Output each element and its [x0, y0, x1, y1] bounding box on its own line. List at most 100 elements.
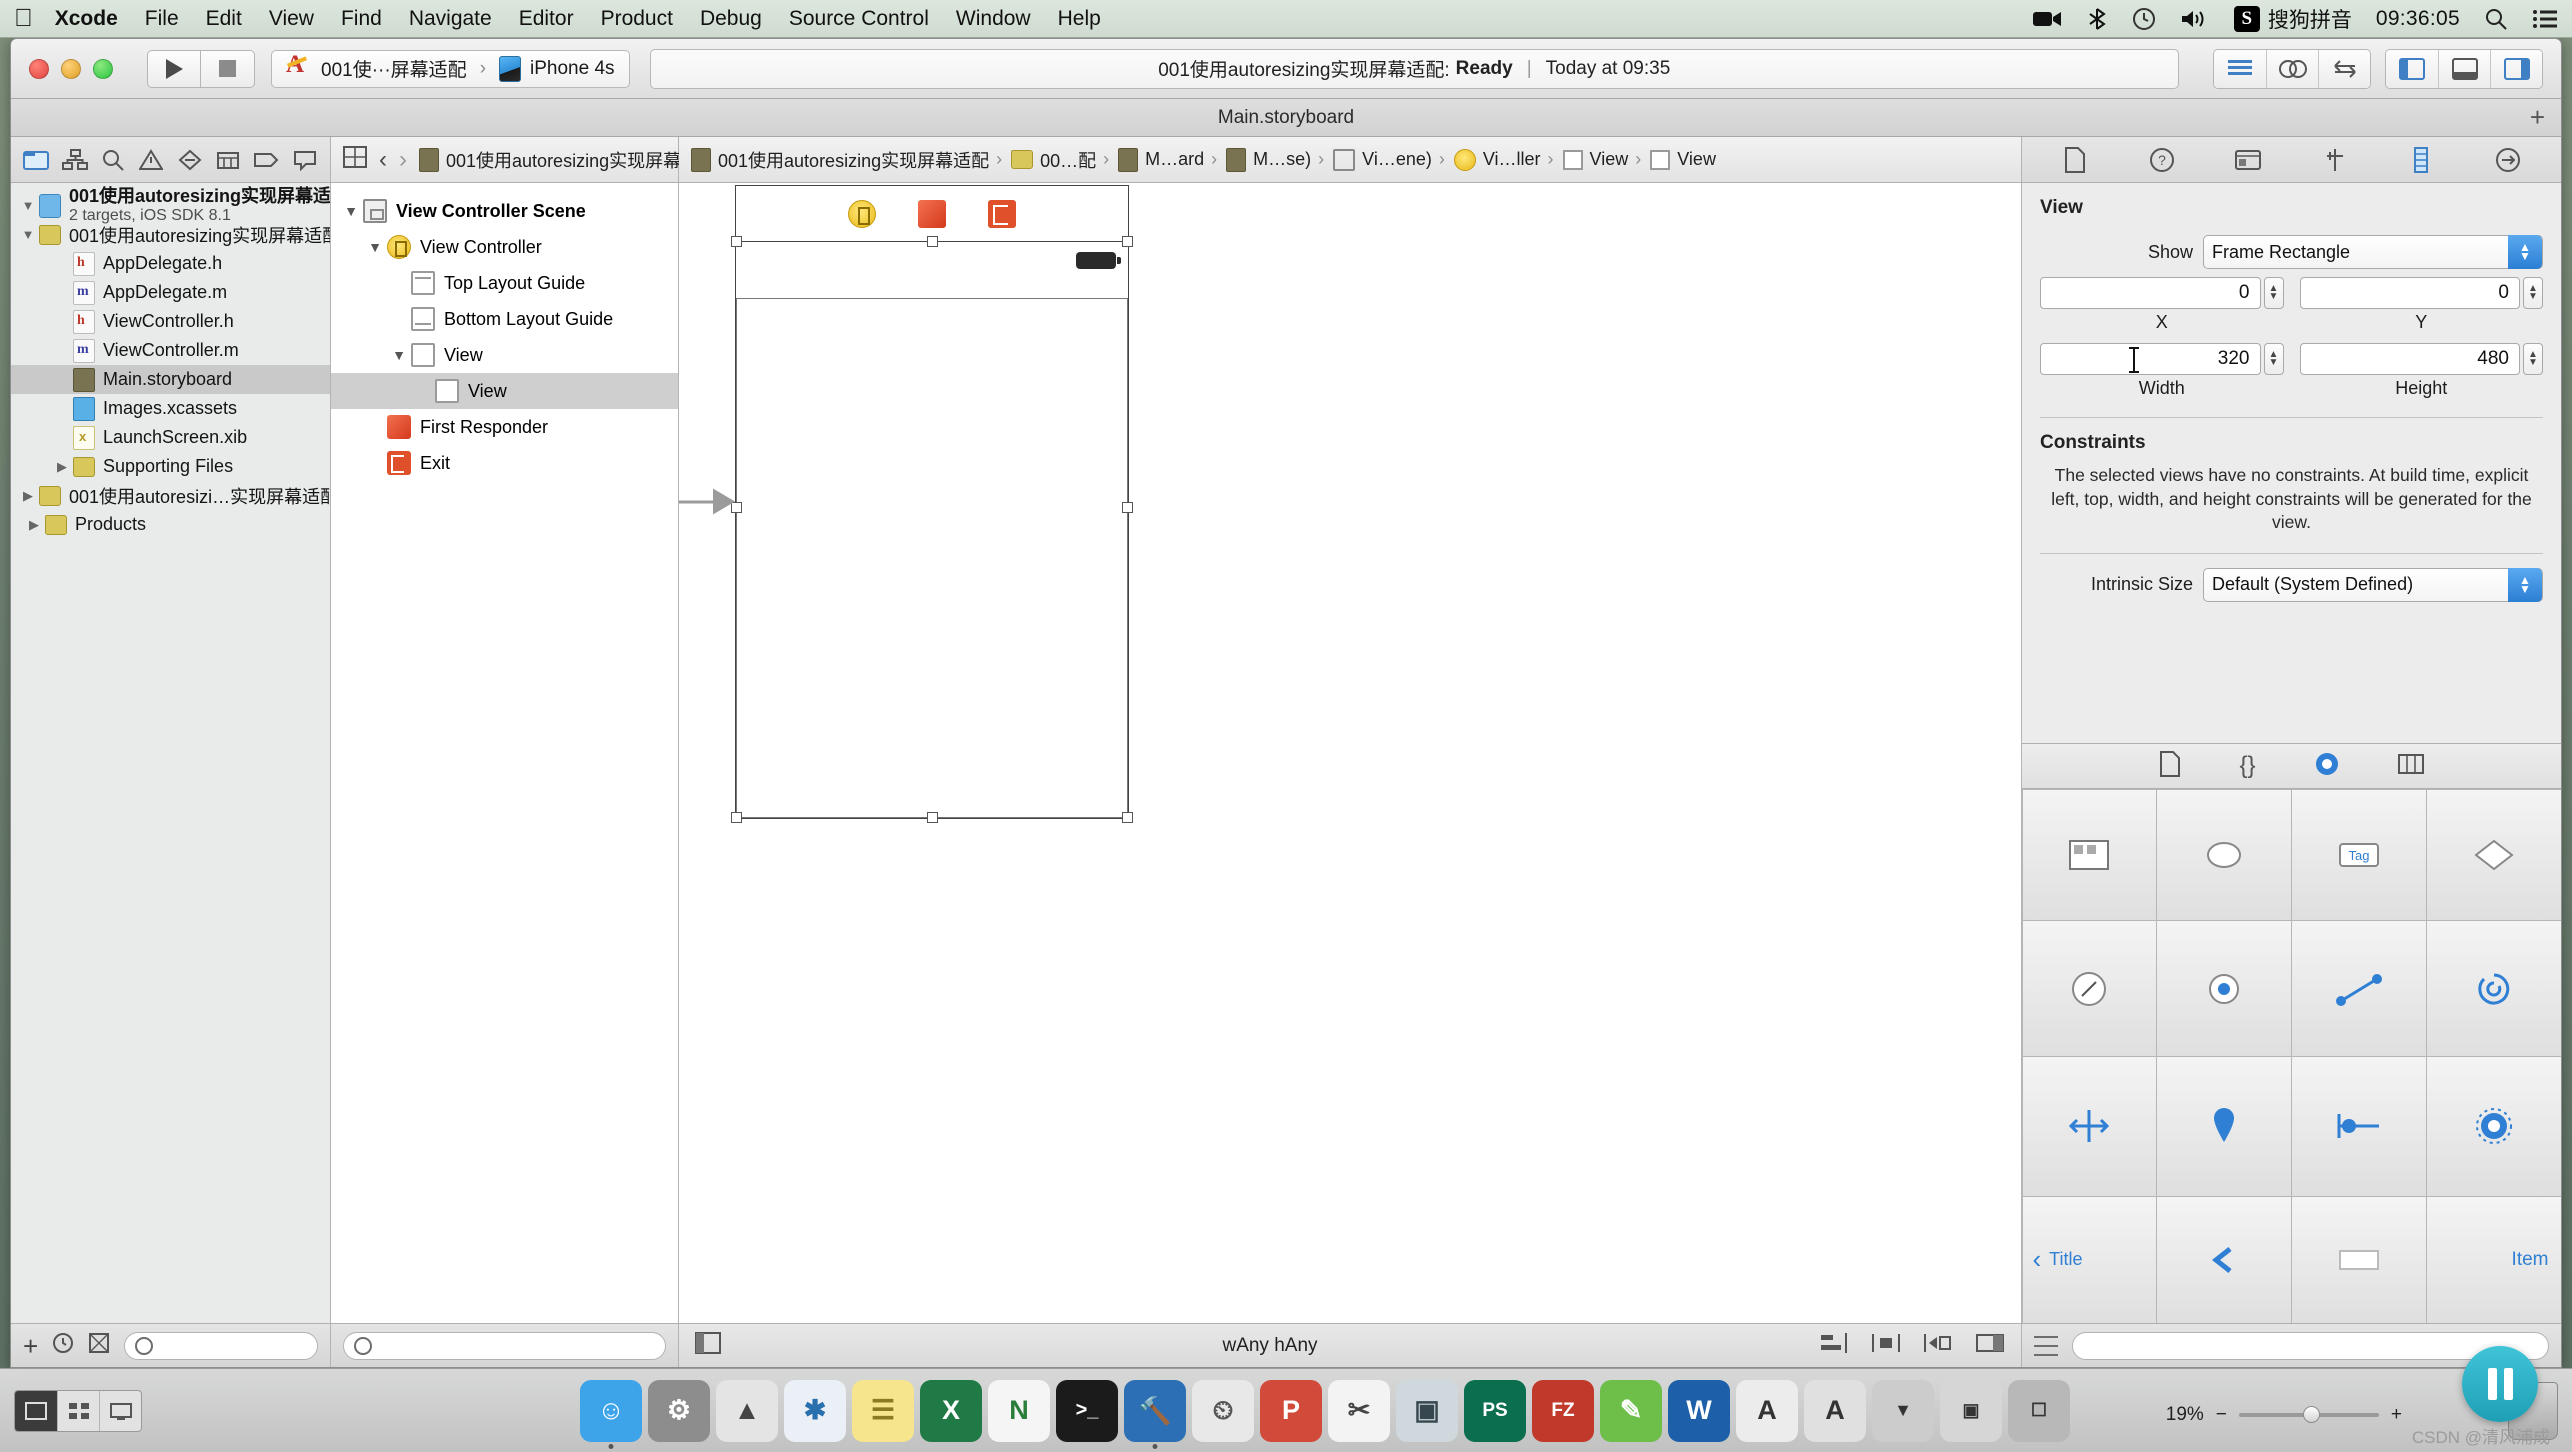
bluetooth-icon[interactable]: [2086, 7, 2108, 31]
menu-item-edit[interactable]: Edit: [206, 7, 242, 31]
outline-row-bottom-layout-guide[interactable]: Bottom Layout Guide: [331, 301, 678, 337]
menu-item-source-control[interactable]: Source Control: [789, 7, 929, 31]
navigator-toggle-icon[interactable]: [2386, 49, 2438, 88]
screenshot-icon[interactable]: ▣: [1396, 1379, 1458, 1442]
menu-item-window[interactable]: Window: [956, 7, 1031, 31]
height-field[interactable]: 480: [2299, 343, 2520, 375]
height-stepper[interactable]: ▲ ▼: [2523, 343, 2543, 375]
resize-handle-bottom-right[interactable]: [1122, 812, 1133, 823]
x-stepper[interactable]: ▲ ▼: [2263, 277, 2284, 309]
library-item[interactable]: [2425, 920, 2561, 1057]
library-item[interactable]: Item: [2425, 1195, 2561, 1323]
library-item[interactable]: [2291, 1195, 2427, 1323]
file-template-library-icon[interactable]: [2159, 750, 2181, 782]
menu-item-file[interactable]: File: [145, 7, 179, 31]
list-icon[interactable]: [2532, 8, 2558, 30]
version-editor-icon[interactable]: [2318, 49, 2370, 88]
resize-handle-top-center[interactable]: [927, 236, 938, 247]
recent-icon[interactable]: [52, 1332, 74, 1359]
resize-handle-middle-right[interactable]: [1122, 502, 1133, 513]
file-inspector-icon[interactable]: [2061, 146, 2089, 173]
tree-row-supporting-files[interactable]: ▶ Supporting Files: [11, 452, 330, 481]
first-responder-icon[interactable]: [918, 199, 946, 228]
breadcrumb-project[interactable]: 001使用autoresizing实现屏幕适配 ›: [691, 147, 1002, 173]
library-item[interactable]: ‹ Title: [2022, 1195, 2158, 1323]
outline-row-exit[interactable]: Exit: [331, 445, 678, 481]
disclosure-triangle[interactable]: ▼: [339, 203, 363, 219]
display-icon[interactable]: ☐: [2008, 1379, 2070, 1442]
outline-row-scene[interactable]: ▼ View Controller Scene: [331, 193, 678, 229]
canvas-surface[interactable]: [679, 183, 2021, 1323]
object-library-icon[interactable]: [2314, 751, 2340, 782]
tree-row-launchscreen-xib[interactable]: x LaunchScreen.xib: [11, 423, 330, 452]
outline-row-view-child[interactable]: View: [331, 373, 678, 409]
evernote-icon[interactable]: N: [988, 1379, 1050, 1442]
photoshop-icon[interactable]: PS: [1464, 1379, 1526, 1442]
breadcrumb-storyboard-file[interactable]: M…ard ›: [1118, 147, 1217, 172]
resolve-auto-layout-icon[interactable]: [1923, 1332, 1953, 1360]
assistant-editor-icon[interactable]: [2266, 49, 2318, 88]
media-library-icon[interactable]: [2397, 753, 2424, 780]
font-book-icon[interactable]: A: [1736, 1379, 1798, 1442]
launchpad-icon[interactable]: ▲: [716, 1379, 778, 1442]
size-inspector-icon[interactable]: [2407, 146, 2435, 173]
source-control-icon[interactable]: [88, 1332, 110, 1359]
size-class-label[interactable]: wAny hAny: [721, 1335, 1819, 1357]
disclosure-triangle[interactable]: ▼: [17, 198, 39, 213]
intrinsic-size-popup-button[interactable]: Default (System Defined) ▲ ▼: [2203, 567, 2543, 602]
close-window-button[interactable]: [29, 58, 49, 79]
scissors-icon[interactable]: ✂: [1328, 1379, 1390, 1442]
disclosure-triangle[interactable]: ▶: [51, 459, 73, 475]
breadcrumb-view-child[interactable]: View: [1650, 149, 1716, 170]
scheme-selector[interactable]: 001使···屏幕适配 › iPhone 4s: [271, 49, 630, 88]
fontlab-icon[interactable]: A: [1804, 1379, 1866, 1442]
pause-button-icon[interactable]: [2462, 1346, 2538, 1422]
menu-item-navigate[interactable]: Navigate: [409, 7, 492, 31]
standard-editor-icon[interactable]: [2214, 49, 2266, 88]
back-chevron-icon[interactable]: ‹: [379, 146, 387, 174]
tree-row-images-xcassets[interactable]: Images.xcassets: [11, 394, 330, 423]
x-field[interactable]: 0: [2040, 277, 2261, 309]
view-controller-icon[interactable]: [848, 199, 876, 228]
tree-row-project[interactable]: ▼ 001使用autoresizing实现屏幕适配 2 targets, iOS…: [11, 186, 330, 223]
view-controller-scene[interactable]: [679, 185, 1133, 823]
tree-row-products[interactable]: ▶ Products: [11, 510, 330, 539]
system-preferences-icon[interactable]: ⚙: [648, 1379, 710, 1442]
library-item[interactable]: [2291, 1056, 2427, 1197]
safari-icon[interactable]: ✱: [784, 1379, 846, 1442]
outline-row-view-controller[interactable]: ▼ View Controller: [331, 229, 678, 265]
xcode-icon[interactable]: 🔨: [1124, 1379, 1186, 1449]
issue-navigator-icon[interactable]: [138, 147, 164, 173]
library-item[interactable]: [2291, 920, 2427, 1057]
library-item[interactable]: [2425, 1056, 2561, 1197]
excel-icon[interactable]: X: [920, 1379, 982, 1442]
disclosure-triangle[interactable]: ▼: [17, 227, 39, 242]
disclosure-triangle[interactable]: ▶: [23, 517, 45, 533]
tree-row-group-main[interactable]: ▼ 001使用autoresizing实现屏幕适配: [11, 220, 330, 249]
menu-clock[interactable]: 09:36:05: [2376, 7, 2460, 31]
outline-filter-input[interactable]: [343, 1331, 666, 1360]
zoom-slider[interactable]: [2238, 1406, 2379, 1423]
connections-inspector-icon[interactable]: [2494, 147, 2522, 173]
symbol-navigator-icon[interactable]: [61, 147, 88, 173]
library-item[interactable]: [2022, 789, 2158, 922]
attributes-inspector-icon[interactable]: [2321, 147, 2349, 173]
resize-handle-top-right[interactable]: [1122, 236, 1133, 247]
exit-icon[interactable]: [988, 199, 1016, 228]
menu-item-xcode[interactable]: Xcode: [55, 7, 118, 31]
add-editor-button[interactable]: +: [2530, 102, 2545, 133]
library-item[interactable]: [2022, 1056, 2158, 1197]
menu-item-debug[interactable]: Debug: [700, 7, 762, 31]
library-item[interactable]: [2156, 920, 2292, 1057]
outline-toggle-icon[interactable]: [343, 146, 367, 173]
outline-row-view-root[interactable]: ▼ View: [331, 337, 678, 373]
tree-row-viewcontroller-h[interactable]: h ViewController.h: [11, 307, 330, 336]
resize-handle-top-left[interactable]: [731, 236, 742, 247]
menu-item-view[interactable]: View: [269, 7, 314, 31]
outline-row-first-responder[interactable]: First Responder: [331, 409, 678, 445]
menu-item-product[interactable]: Product: [601, 7, 673, 31]
launchpad-grid-icon[interactable]: [57, 1390, 99, 1431]
apple-menu-icon[interactable]: : [14, 6, 33, 31]
resize-handle-bottom-center[interactable]: [927, 812, 938, 823]
clock-icon[interactable]: [2132, 7, 2156, 31]
